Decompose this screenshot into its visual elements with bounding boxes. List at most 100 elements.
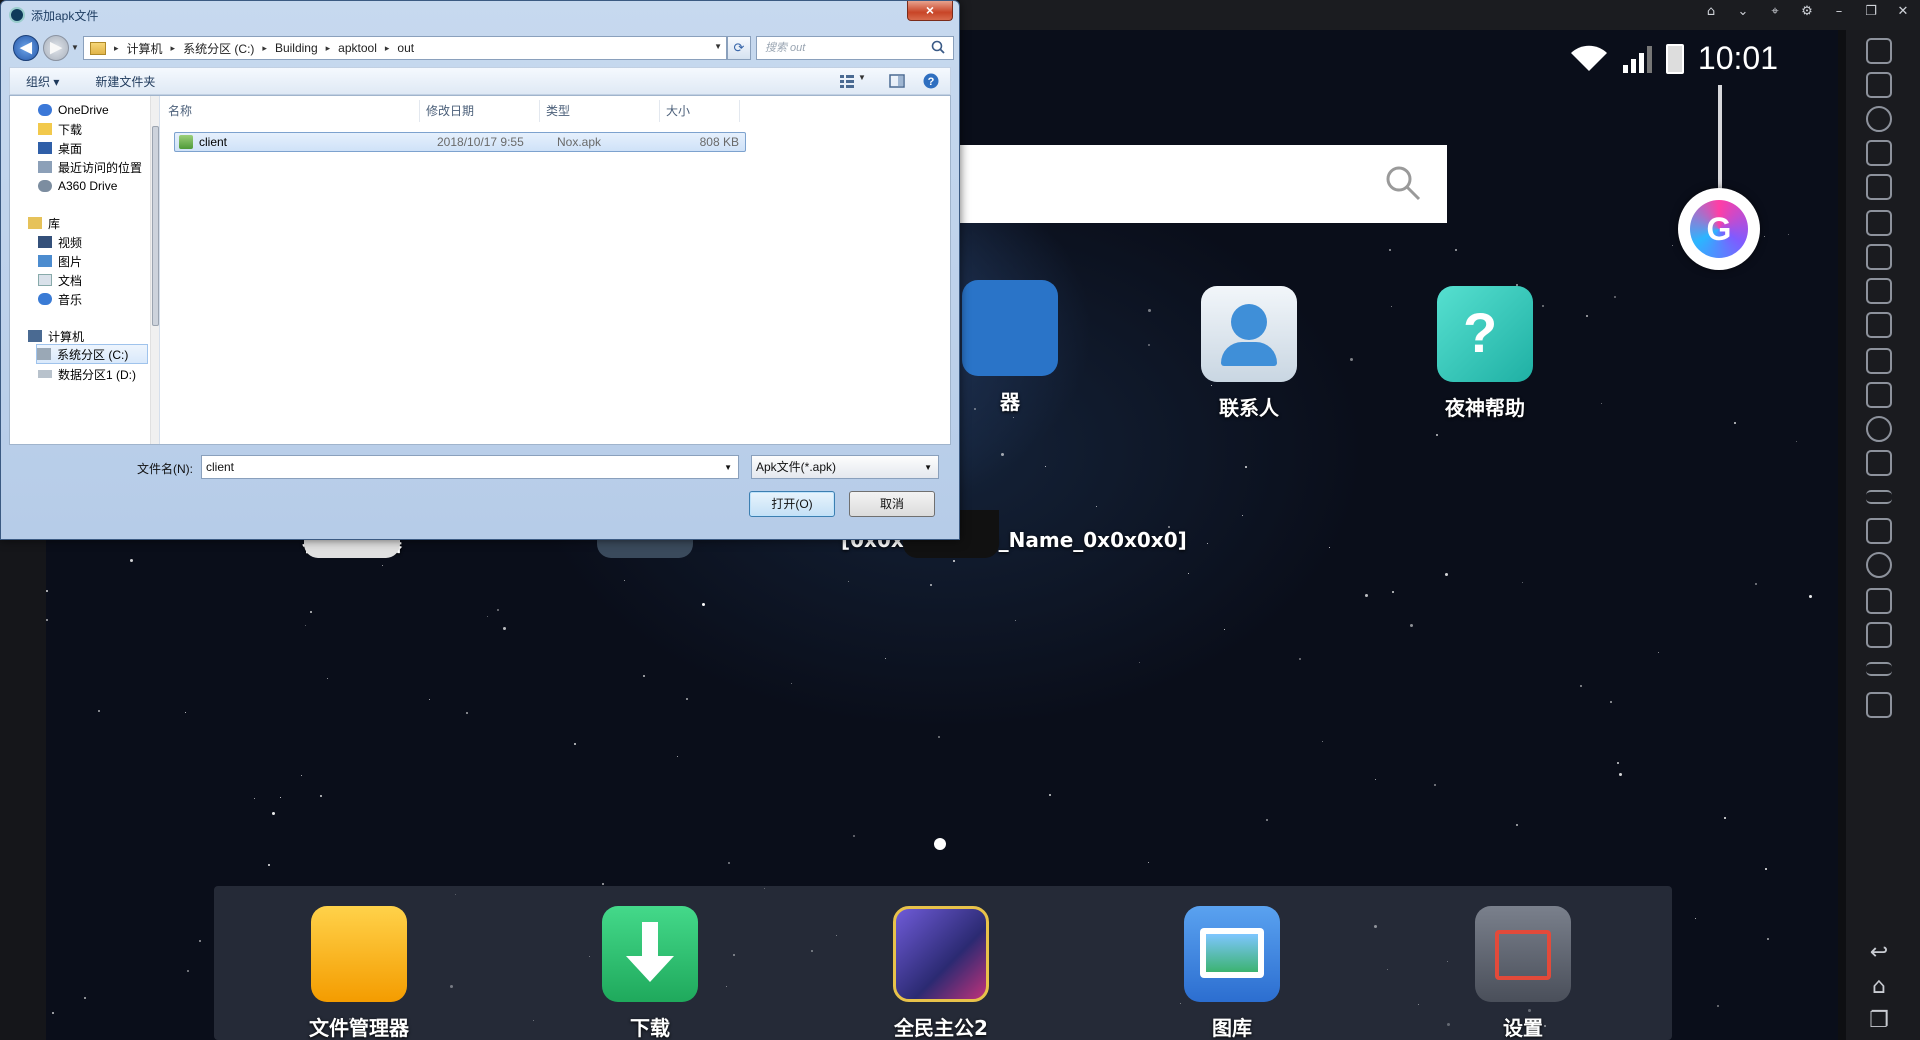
- app-contacts[interactable]: 联系人: [1159, 286, 1339, 421]
- nav-item-music[interactable]: 音乐: [38, 289, 159, 309]
- home-icon[interactable]: ⌂: [1864, 974, 1894, 999]
- recent-locations-dropdown[interactable]: ▼: [71, 43, 79, 52]
- dock-settings[interactable]: 设置: [1433, 906, 1613, 1040]
- close-icon[interactable]: ✕: [1894, 4, 1912, 19]
- apk-install-icon[interactable]: [1866, 174, 1892, 200]
- organize-button[interactable]: 组织 ▾: [10, 73, 77, 90]
- nav-item-pictures[interactable]: 图片: [38, 251, 159, 271]
- star: [382, 565, 383, 566]
- app-label: 文件管理器: [309, 1016, 409, 1040]
- view-dropdown[interactable]: ▼: [858, 73, 876, 91]
- star: [1242, 515, 1243, 516]
- breadcrumb-out[interactable]: ▸ out: [385, 41, 414, 55]
- view-options-icon[interactable]: [838, 72, 856, 90]
- refresh-button[interactable]: ⟳: [727, 36, 751, 60]
- import-icon[interactable]: [1866, 382, 1892, 408]
- nav-item-drive-c[interactable]: 系统分区 (C:): [36, 344, 148, 364]
- dock-game[interactable]: 全民主公2: [851, 906, 1031, 1040]
- volume-up-icon[interactable]: [1866, 244, 1892, 270]
- nav-item-drive-d[interactable]: 数据分区1 (D:): [38, 364, 159, 384]
- nav-item-documents[interactable]: 文档: [38, 270, 159, 290]
- new-folder-button[interactable]: 新建文件夹: [77, 73, 173, 90]
- star: [677, 756, 678, 757]
- nav-item-a360[interactable]: A360 Drive: [38, 176, 159, 196]
- preview-pane-icon[interactable]: [888, 72, 906, 90]
- screen-icon[interactable]: [1866, 140, 1892, 166]
- shake-icon[interactable]: [1866, 552, 1892, 578]
- dock-gallery[interactable]: 图库: [1142, 906, 1322, 1040]
- record-icon[interactable]: [1866, 588, 1892, 614]
- app-label: 设置: [1503, 1016, 1543, 1040]
- breadcrumb-computer[interactable]: ▸ 计算机: [114, 40, 163, 57]
- dock-file-manager[interactable]: 文件管理器: [269, 906, 449, 1040]
- nav-item-downloads[interactable]: 下载: [38, 119, 159, 139]
- scissors-icon[interactable]: [1866, 416, 1892, 442]
- column-date[interactable]: 修改日期: [420, 100, 540, 122]
- file-list: 名称 修改日期 类型 大小 client 2018/10/17 9:55 Nox…: [162, 96, 950, 444]
- pin-icon[interactable]: ⌖: [1766, 4, 1784, 19]
- help-icon[interactable]: ?: [922, 72, 940, 90]
- breadcrumb-building[interactable]: ▸ Building: [262, 41, 317, 55]
- address-history-dropdown[interactable]: ▼: [714, 42, 722, 51]
- column-size[interactable]: 大小: [660, 100, 740, 122]
- nav-item-desktop[interactable]: 桌面: [38, 138, 159, 158]
- disk-icon: [38, 370, 52, 378]
- back-icon[interactable]: ↩: [1864, 940, 1894, 965]
- nav-item-onedrive[interactable]: OneDrive: [38, 100, 159, 120]
- scroll-thumb[interactable]: [152, 126, 159, 326]
- forward-button[interactable]: ▶: [43, 35, 69, 61]
- dock-downloads[interactable]: 下载: [560, 906, 740, 1040]
- macro-icon[interactable]: [1866, 518, 1892, 544]
- breadcrumb-drive-c[interactable]: ▸ 系统分区 (C:): [171, 40, 255, 57]
- assistant-button[interactable]: G: [1678, 188, 1760, 270]
- nav-item-libraries[interactable]: 库: [28, 213, 159, 233]
- star: [1049, 794, 1051, 796]
- fullscreen-icon[interactable]: [1866, 210, 1892, 236]
- star: [1365, 594, 1368, 597]
- cancel-button[interactable]: 取消: [849, 491, 935, 517]
- recents-icon[interactable]: ❐: [1864, 1008, 1894, 1033]
- back-button[interactable]: ◀: [13, 35, 39, 61]
- star: [1322, 741, 1323, 742]
- close-button[interactable]: ×: [907, 1, 953, 21]
- keyboard-icon[interactable]: [1866, 72, 1892, 98]
- chevron-down-icon[interactable]: ▼: [724, 457, 732, 479]
- nav-item-recent[interactable]: 最近访问的位置: [38, 157, 159, 177]
- sliders-icon[interactable]: [1866, 662, 1892, 676]
- phone-icon[interactable]: [1866, 38, 1892, 64]
- nav-item-videos[interactable]: 视频: [38, 232, 159, 252]
- column-type[interactable]: 类型: [540, 100, 660, 122]
- breadcrumb-apktool[interactable]: ▸ apktool: [326, 41, 377, 55]
- skin-icon[interactable]: ⌂: [1702, 4, 1720, 19]
- search-icon[interactable]: [1383, 163, 1423, 203]
- filename-input[interactable]: client ▼: [201, 455, 739, 479]
- file-row[interactable]: client 2018/10/17 9:55 Nox.apk 808 KB: [174, 132, 746, 152]
- star: [1436, 434, 1438, 436]
- more-icon[interactable]: [1866, 692, 1892, 718]
- multi-instance-icon[interactable]: [1866, 450, 1892, 476]
- folder-icon: [38, 123, 52, 135]
- search-icon[interactable]: [931, 40, 945, 54]
- gear-icon[interactable]: ⚙: [1798, 4, 1816, 19]
- camera-capture-icon[interactable]: [1866, 312, 1892, 338]
- volume-down-icon[interactable]: [1866, 278, 1892, 304]
- star: [497, 609, 499, 611]
- menu-icon[interactable]: [1866, 490, 1892, 504]
- location-icon[interactable]: [1866, 106, 1892, 132]
- search-input[interactable]: 搜索 out: [756, 36, 954, 60]
- sync-icon[interactable]: [1866, 622, 1892, 648]
- nav-scrollbar[interactable]: [150, 96, 159, 444]
- star: [853, 835, 855, 837]
- filetype-select[interactable]: Apk文件(*.apk) ▼: [751, 455, 939, 479]
- app-nox-help[interactable]: ? 夜神帮助: [1395, 286, 1575, 421]
- address-bar[interactable]: ▸ 计算机 ▸ 系统分区 (C:) ▸ Building ▸ apktool ▸ out …: [83, 36, 727, 60]
- column-name[interactable]: 名称: [162, 100, 420, 122]
- minimize-icon[interactable]: –: [1830, 4, 1848, 19]
- chevron-down-icon[interactable]: ⌄: [1734, 4, 1752, 19]
- screenshot-icon[interactable]: [1866, 348, 1892, 374]
- open-button[interactable]: 打开(O): [749, 491, 835, 517]
- download-icon: [602, 906, 698, 1002]
- svg-text:?: ?: [928, 76, 935, 88]
- restore-icon[interactable]: ❐: [1862, 4, 1880, 19]
- nav-item-computer[interactable]: 计算机: [28, 326, 159, 346]
